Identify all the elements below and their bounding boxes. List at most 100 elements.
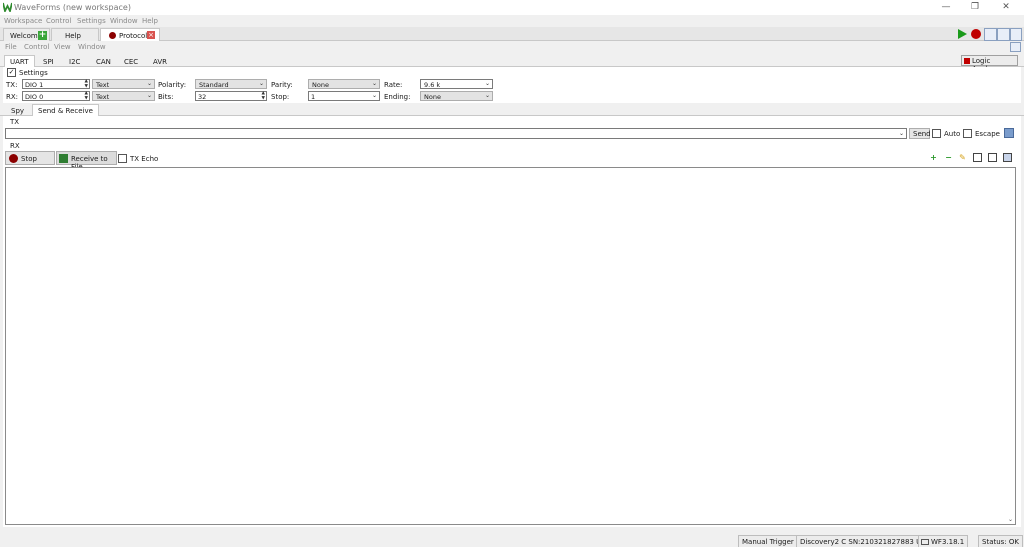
chevron-down-icon: ⌄ <box>898 130 904 137</box>
settings-label: Settings <box>19 69 48 77</box>
escape-checkbox[interactable] <box>963 129 972 138</box>
tx-file-icon[interactable] <box>1004 128 1014 138</box>
tx-format-value: Text <box>96 81 110 89</box>
add-icon[interactable]: + <box>38 31 47 40</box>
parity-select[interactable]: None ⌄ <box>308 79 380 89</box>
auto-checkbox[interactable] <box>932 129 941 138</box>
record-icon[interactable] <box>970 28 982 40</box>
ending-select[interactable]: None ⌄ <box>420 91 493 101</box>
tab-label: Help <box>65 32 81 40</box>
rx-pin-field[interactable]: DIO 0 ▲ ▼ <box>22 91 90 101</box>
restore-button[interactable]: ❐ <box>967 2 983 12</box>
receive-to-file-button[interactable]: Receive to File <box>56 151 117 171</box>
add-icon[interactable]: + <box>929 153 938 162</box>
spin-arrows-icon[interactable]: ▲ ▼ <box>85 79 88 89</box>
settings-checkbox[interactable]: ✓ <box>7 68 16 77</box>
remove-icon[interactable]: − <box>944 153 953 162</box>
menu-help[interactable]: Help <box>142 17 158 25</box>
ending-value: None <box>424 93 441 101</box>
tab-spi[interactable]: SPI <box>37 55 60 67</box>
menu-view[interactable]: View <box>54 43 71 51</box>
rx-label: RX: <box>6 93 19 101</box>
window-layout-icon[interactable] <box>984 28 997 41</box>
chevron-down-icon: ⌄ <box>1007 516 1013 523</box>
polarity-label: Polarity: <box>158 81 187 89</box>
tx-section-label: TX <box>10 118 20 126</box>
spin-arrows-icon[interactable]: ▲ ▼ <box>262 91 265 101</box>
logic-analyzer-icon <box>964 58 970 64</box>
rate-select[interactable]: 9.6 k ⌄ <box>420 79 493 89</box>
clear-icon[interactable]: ✎ <box>958 153 967 162</box>
document-tab-bar: Welcome + Help Protocol × <box>0 27 1024 41</box>
chevron-down-icon: ⌄ <box>484 92 490 99</box>
chevron-down-icon: ⌄ <box>371 92 377 99</box>
record-status-icon <box>109 32 116 39</box>
tx-format-select[interactable]: Text ⌄ <box>92 79 155 89</box>
dock-icon[interactable] <box>1010 42 1021 52</box>
version-info[interactable]: WF3.18.1 <box>918 535 969 547</box>
tab-welcome[interactable]: Welcome + <box>3 28 50 41</box>
stop-select[interactable]: 1 ⌄ <box>308 91 380 101</box>
chevron-down-icon: ⌄ <box>484 80 490 87</box>
tab-send-receive[interactable]: Send & Receive <box>32 104 99 116</box>
window-title: WaveForms (new workspace) <box>14 3 131 12</box>
tx-echo-label: TX Echo <box>130 155 159 163</box>
tab-help[interactable]: Help <box>51 28 99 41</box>
menu-window[interactable]: Window <box>110 17 138 25</box>
tx-pin-value: DIO 1 <box>25 81 44 89</box>
rx-section-label: RX <box>10 142 20 150</box>
close-tab-icon[interactable]: × <box>147 31 155 39</box>
polarity-select[interactable]: Standard ⌄ <box>195 79 267 89</box>
file-receive-icon <box>59 154 68 163</box>
tx-echo-checkbox[interactable] <box>118 154 127 163</box>
ending-label: Ending: <box>384 93 411 101</box>
tab-avr[interactable]: AVR <box>147 55 173 67</box>
rx-format-select[interactable]: Text ⌄ <box>92 91 155 101</box>
minimize-button[interactable]: — <box>938 2 954 12</box>
menu-control[interactable]: Control <box>24 43 49 51</box>
run-icon[interactable] <box>956 28 968 40</box>
status-indicator[interactable]: Status: OK <box>978 535 1023 547</box>
spin-arrows-icon[interactable]: ▲ ▼ <box>85 91 88 101</box>
mode-tabs: Spy Send & Receive <box>0 104 1024 116</box>
tab-spy[interactable]: Spy <box>5 104 30 116</box>
chevron-down-icon: ⌄ <box>371 80 377 87</box>
tab-can[interactable]: CAN <box>90 55 117 67</box>
send-button[interactable]: Send <box>909 128 931 139</box>
tab-cec[interactable]: CEC <box>118 55 144 67</box>
bits-label: Bits: <box>158 93 174 101</box>
device-info[interactable]: Discovery2 C SN:210321827883 USB <box>796 535 935 547</box>
bits-field[interactable]: 32 ▲ ▼ <box>195 91 267 101</box>
bits-value: 32 <box>198 93 207 101</box>
tab-i2c[interactable]: I2C <box>63 55 86 67</box>
stop-label: Stop: <box>271 93 290 101</box>
instrument-menu: File Control View Window <box>0 42 1024 53</box>
menu-workspace[interactable]: Workspace <box>4 17 42 25</box>
save-icon[interactable] <box>973 153 982 162</box>
export-icon[interactable] <box>1003 153 1012 162</box>
version-label: WF3.18.1 <box>931 538 965 546</box>
manual-trigger-button[interactable]: Manual Trigger <box>738 535 798 547</box>
record-icon <box>9 154 18 163</box>
rx-output-area[interactable]: ⌄ <box>5 167 1016 525</box>
parity-label: Parity: <box>271 81 293 89</box>
close-button[interactable]: ✕ <box>998 2 1014 12</box>
gear-icon[interactable] <box>1010 28 1022 41</box>
tx-input[interactable]: ⌄ <box>5 128 907 139</box>
tab-uart[interactable]: UART <box>4 55 35 67</box>
menu-settings[interactable]: Settings <box>77 17 106 25</box>
menu-control[interactable]: Control <box>46 17 71 25</box>
stop-button[interactable]: Stop <box>5 151 55 165</box>
save-as-icon[interactable] <box>988 153 997 162</box>
menu-file[interactable]: File <box>5 43 17 51</box>
rx-format-value: Text <box>96 93 110 101</box>
tx-pin-field[interactable]: DIO 1 ▲ ▼ <box>22 79 90 89</box>
tab-protocol[interactable]: Protocol × <box>100 28 160 41</box>
logic-analyzer-button[interactable]: Logic Analyzer <box>961 55 1018 73</box>
chevron-down-icon: ⌄ <box>258 80 264 87</box>
device-icon <box>921 539 929 545</box>
split-view-icon[interactable] <box>997 28 1010 41</box>
tx-label: TX: <box>6 81 18 89</box>
rate-label: Rate: <box>384 81 403 89</box>
menu-window[interactable]: Window <box>78 43 106 51</box>
